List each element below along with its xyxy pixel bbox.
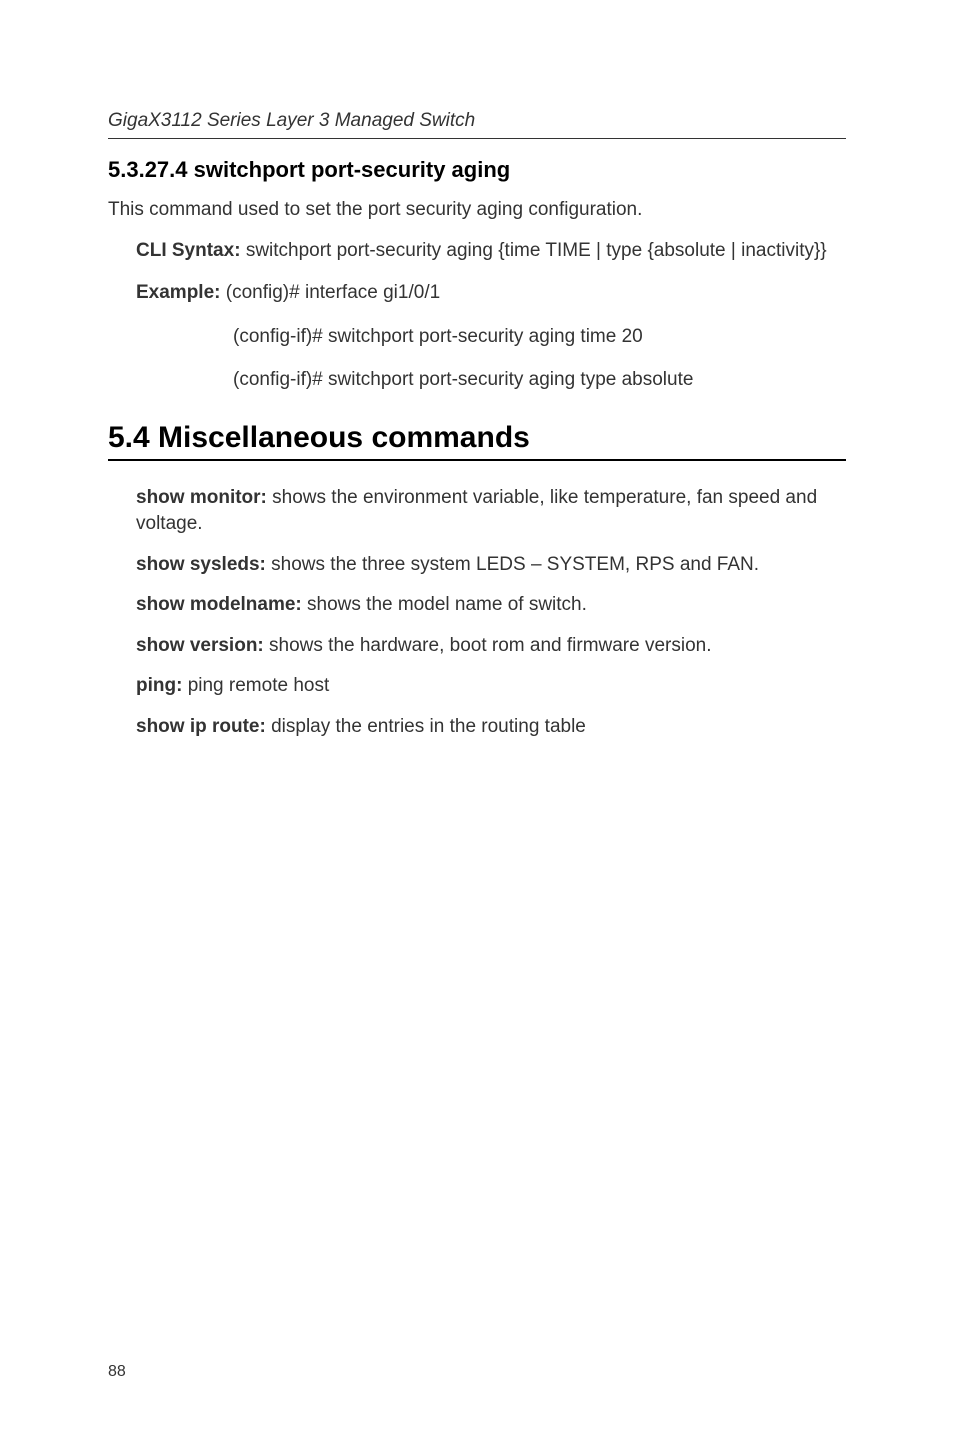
example-text-1: (config)# interface gi1/0/1 (226, 282, 440, 303)
misc-item: show sysleds: shows the three system LED… (136, 552, 846, 579)
misc-label: show monitor: (136, 487, 272, 508)
misc-list: show monitor: shows the environment vari… (108, 485, 846, 741)
misc-text: shows the model name of switch. (307, 594, 587, 615)
misc-label: show version: (136, 635, 269, 656)
misc-item: show monitor: shows the environment vari… (136, 485, 846, 538)
example-line-1: Example: (config)# interface gi1/0/1 (136, 278, 846, 307)
example-label: Example: (136, 282, 226, 303)
cli-text: switchport port-security aging {time TIM… (246, 240, 827, 261)
example-line-3: (config-if)# switchport port-security ag… (136, 365, 846, 394)
misc-text: shows the three system LEDS – SYSTEM, RP… (271, 554, 759, 575)
misc-item: show version: shows the hardware, boot r… (136, 633, 846, 660)
misc-text: display the entries in the routing table (271, 716, 586, 737)
misc-heading: 5.4 Miscellaneous commands (108, 421, 846, 461)
misc-item: show modelname: shows the model name of … (136, 592, 846, 619)
page-number: 88 (108, 1363, 126, 1381)
misc-item: show ip route: display the entries in th… (136, 714, 846, 741)
misc-label: show sysleds: (136, 554, 271, 575)
misc-label: ping: (136, 675, 188, 696)
misc-text: shows the hardware, boot rom and firmwar… (269, 635, 711, 656)
cli-block: CLI Syntax: switchport port-security agi… (108, 237, 846, 395)
misc-text: ping remote host (188, 675, 330, 696)
page-header: GigaX3112 Series Layer 3 Managed Switch (108, 110, 846, 139)
section-intro: This command used to set the port securi… (108, 197, 846, 223)
section-heading: 5.3.27.4 switchport port-security aging (108, 157, 846, 183)
misc-label: show modelname: (136, 594, 307, 615)
cli-syntax-line: CLI Syntax: switchport port-security agi… (136, 237, 846, 265)
cli-label: CLI Syntax: (136, 240, 246, 261)
misc-label: show ip route: (136, 716, 271, 737)
example-line-2: (config-if)# switchport port-security ag… (136, 322, 846, 351)
misc-item: ping: ping remote host (136, 673, 846, 700)
